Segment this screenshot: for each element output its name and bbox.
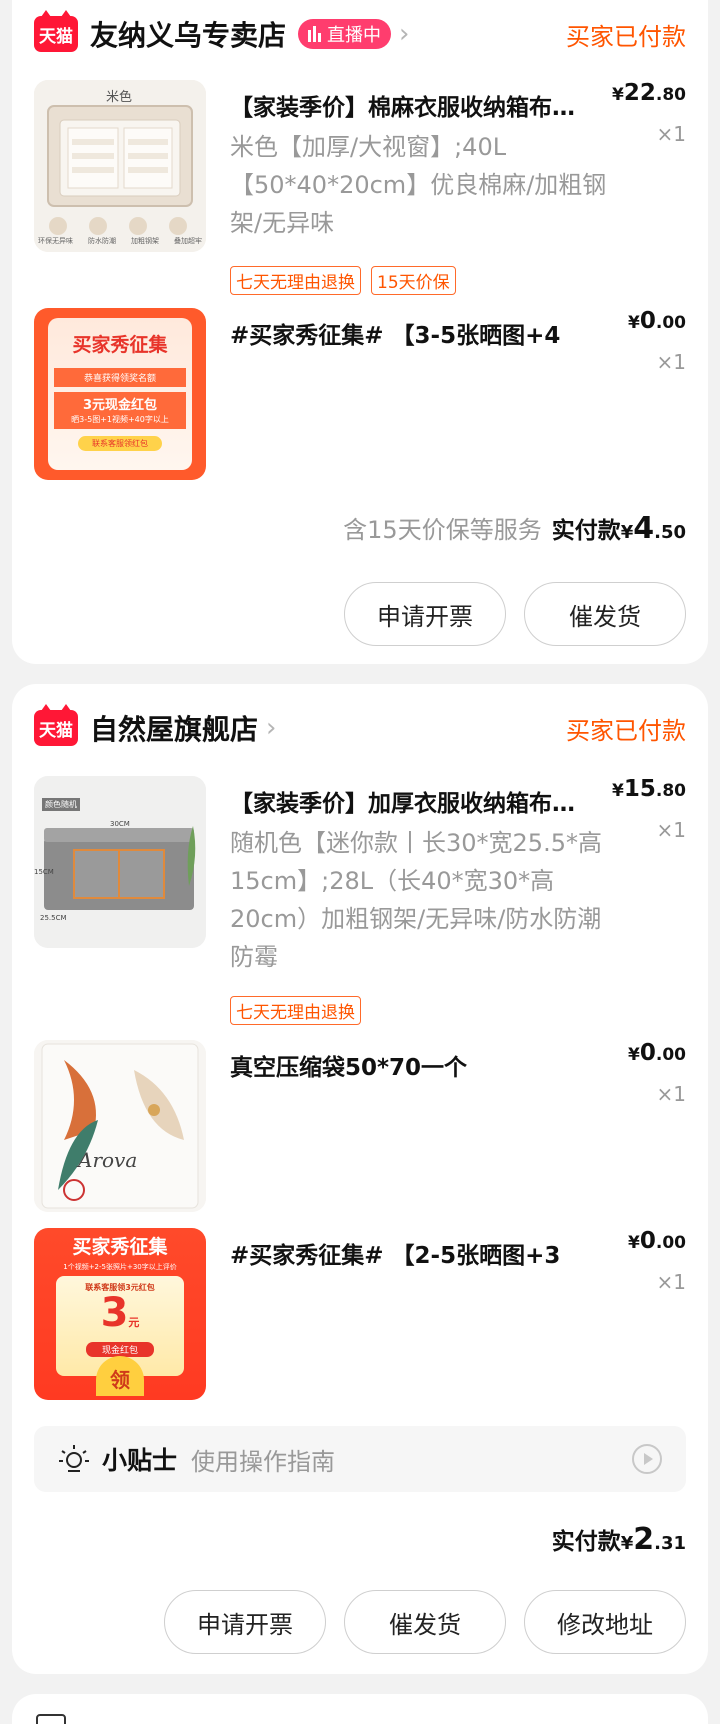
tmall-logo: 天猫 [34, 10, 78, 52]
live-bars-icon [308, 26, 322, 42]
promo-amount: 3元 [100, 1290, 140, 1336]
thumb-script: Arova [78, 1148, 138, 1172]
shop-header: 天猫 友纳义乌专卖店 直播中 › 买家已付款 [34, 10, 686, 56]
live-badge-label: 直播中 [327, 25, 382, 46]
thumb-label: 米色 [106, 90, 133, 105]
thumb-dim-depth: 25.5CM [40, 914, 67, 922]
order-status: 买家已付款 [566, 22, 686, 51]
product-quantity: ×1 [656, 1270, 686, 1294]
chevron-right-icon[interactable]: › [266, 713, 276, 743]
promo-headline: 买家秀征集 [72, 1236, 168, 1258]
product-quantity: ×1 [656, 1082, 686, 1106]
promo-reward: 现金红包 [86, 1342, 154, 1357]
promo-cta: 联系客服领红包 [78, 436, 162, 451]
order-card-partial [12, 1694, 708, 1724]
modify-address-button[interactable]: 修改地址 [524, 1590, 686, 1654]
order-actions: 申请开票 催发货 [344, 582, 686, 646]
product-price: ¥15.80 [612, 776, 686, 802]
product-title[interactable]: 【家装季价】加厚衣服收纳箱布艺整理箱 [230, 784, 590, 818]
thumb-captions: 环保无异味 防水防潮 加粗钢架 叠加超牢 [38, 237, 202, 245]
shop-name[interactable]: 自然屋旗舰店 [90, 708, 258, 748]
vacuum-bag-image [34, 1040, 206, 1212]
tmall-logo: 天猫 [34, 704, 78, 746]
product-thumbnail[interactable]: 米色 环保无异味 防水防潮 加粗钢架 叠加超牢 [34, 80, 206, 252]
paid-label: 实付款 [551, 518, 621, 544]
product-title[interactable]: #买家秀征集# 【2-5张晒图+3 [230, 1236, 590, 1270]
product-quantity: ×1 [656, 818, 686, 842]
product-title[interactable]: 【家装季价】棉麻衣服收纳箱布艺整理箱 [230, 88, 590, 122]
order-item[interactable]: 米色 环保无异味 防水防潮 加粗钢架 叠加超牢 【家装季价】棉麻衣服收纳箱布艺整… [34, 80, 686, 280]
tag-7day-return: 七天无理由退换 [230, 266, 361, 295]
tips-bar[interactable]: 小贴士 使用操作指南 [34, 1426, 686, 1492]
chevron-right-icon[interactable]: › [399, 19, 409, 49]
promo-rule: 晒3-5图+1视频+40字以上 [54, 412, 186, 429]
product-price: ¥22.80 [612, 80, 686, 106]
live-badge[interactable]: 直播中 [298, 19, 392, 49]
shop-header: 天猫 自然屋旗舰店 › 买家已付款 [34, 704, 686, 750]
product-title[interactable]: 真空压缩袋50*70一个 [230, 1048, 590, 1082]
product-price: ¥0.00 [628, 1228, 686, 1254]
product-sku: 随机色【迷你款丨长30*宽25.5*高15cm】;28L（长40*宽30*高20… [230, 829, 602, 971]
paid-amount: ¥2.31 [620, 1522, 686, 1557]
order-summary: 含15天价保等服务 实付款 ¥4.50 [343, 510, 686, 546]
urge-shipment-button[interactable]: 催发货 [524, 582, 686, 646]
play-icon[interactable] [632, 1444, 662, 1474]
tag-price-protect: 15天价保 [371, 266, 456, 295]
tag-7day-return: 七天无理由退换 [230, 996, 361, 1025]
product-quantity: ×1 [656, 350, 686, 374]
shop-name[interactable]: 友纳义乌专卖店 [90, 14, 286, 54]
shop-icon [36, 1714, 66, 1724]
service-tags: 七天无理由退换 [230, 996, 361, 1025]
tips-text: 使用操作指南 [191, 1447, 336, 1476]
order-item[interactable]: 颜色随机 30CM 15CM 25.5CM 【家装季价】加厚衣服收纳箱布艺整理箱… [34, 776, 686, 976]
product-thumbnail[interactable]: 颜色随机 30CM 15CM 25.5CM [34, 776, 206, 948]
product-thumbnail[interactable]: 买家秀征集 恭喜获得领奖名额 3元现金红包 晒3-5图+1视频+40字以上 联系… [34, 308, 206, 480]
product-title[interactable]: #买家秀征集# 【3-5张晒图+4 [230, 316, 590, 350]
thumb-dim-width: 30CM [110, 820, 130, 828]
promo-claim-button: 领 [96, 1356, 144, 1396]
order-card: 天猫 自然屋旗舰店 › 买家已付款 颜色随机 30CM 15CM 25.5CM … [12, 684, 708, 1674]
promo-sub: 恭喜获得领奖名额 [54, 368, 186, 387]
order-item[interactable]: 买家秀征集 恭喜获得领奖名额 3元现金红包 晒3-5图+1视频+40字以上 联系… [34, 308, 686, 480]
order-actions: 申请开票 催发货 修改地址 [164, 1590, 686, 1654]
order-item[interactable]: 买家秀征集 1个视频+2-5张照片+30字以上评价 联系客服领3元红包 3元 现… [34, 1228, 686, 1400]
tips-title: 小贴士 [102, 1446, 178, 1475]
promo-headline: 买家秀征集 [72, 334, 168, 356]
order-card: 天猫 友纳义乌专卖店 直播中 › 买家已付款 米色 环保无异味 防水防潮 加粗钢… [12, 0, 708, 664]
product-thumbnail[interactable]: Arova [34, 1040, 206, 1212]
product-price: ¥0.00 [628, 1040, 686, 1066]
product-thumbnail[interactable]: 买家秀征集 1个视频+2-5张照片+30字以上评价 联系客服领3元红包 3元 现… [34, 1228, 206, 1400]
storage-box-image [34, 80, 206, 252]
paid-amount: ¥4.50 [620, 511, 686, 546]
thumb-dim-height: 15CM [34, 868, 54, 876]
service-note: 含15天价保等服务 [343, 516, 542, 544]
service-tags: 七天无理由退换 15天价保 [230, 266, 456, 295]
request-invoice-button[interactable]: 申请开票 [344, 582, 506, 646]
paid-label: 实付款 [551, 1529, 621, 1555]
thumb-label: 颜色随机 [42, 798, 80, 811]
request-invoice-button[interactable]: 申请开票 [164, 1590, 326, 1654]
order-status: 买家已付款 [566, 716, 686, 745]
lightbulb-icon [59, 1445, 89, 1472]
order-item[interactable]: Arova 真空压缩袋50*70一个 ¥0.00 ×1 [34, 1040, 686, 1212]
product-sku: 米色【加厚/大视窗】;40L【50*40*20cm】优良棉麻/加粗钢架/无异味 [230, 133, 607, 237]
product-quantity: ×1 [656, 122, 686, 146]
order-summary: 实付款 ¥2.31 [552, 1522, 686, 1557]
promo-rule: 1个视频+2-5张照片+30字以上评价 [63, 1263, 177, 1271]
urge-shipment-button[interactable]: 催发货 [344, 1590, 506, 1654]
product-price: ¥0.00 [628, 308, 686, 334]
